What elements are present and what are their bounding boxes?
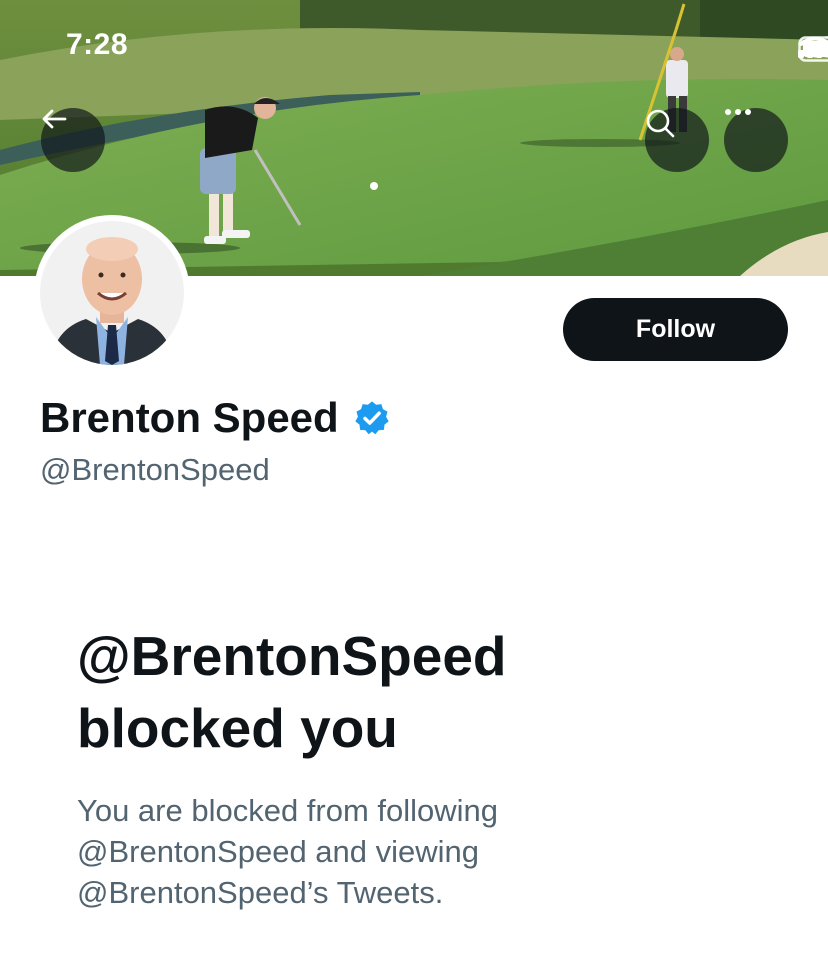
battery-icon <box>798 36 828 62</box>
more-horizontal-icon <box>725 109 751 115</box>
search-icon <box>646 109 675 138</box>
blocked-description: You are blocked from following @BrentonS… <box>77 793 499 910</box>
verified-badge-icon <box>355 401 389 435</box>
blocked-title: @BrentonSpeed blocked you <box>77 625 507 759</box>
profile-avatar[interactable] <box>34 215 190 371</box>
profile-display-name: Brenton Speed <box>40 394 339 441</box>
back-button[interactable] <box>41 108 105 172</box>
search-button[interactable] <box>645 108 709 172</box>
more-options-button[interactable] <box>724 108 788 172</box>
profile-handle: @BrentonSpeed <box>40 452 270 487</box>
status-bar-time: 7:28 <box>66 28 129 61</box>
profile-name-row: Brenton Speed <box>40 392 391 444</box>
follow-button[interactable]: Follow <box>563 298 788 361</box>
avatar-photo <box>40 221 184 365</box>
arrow-left-icon <box>42 109 67 129</box>
